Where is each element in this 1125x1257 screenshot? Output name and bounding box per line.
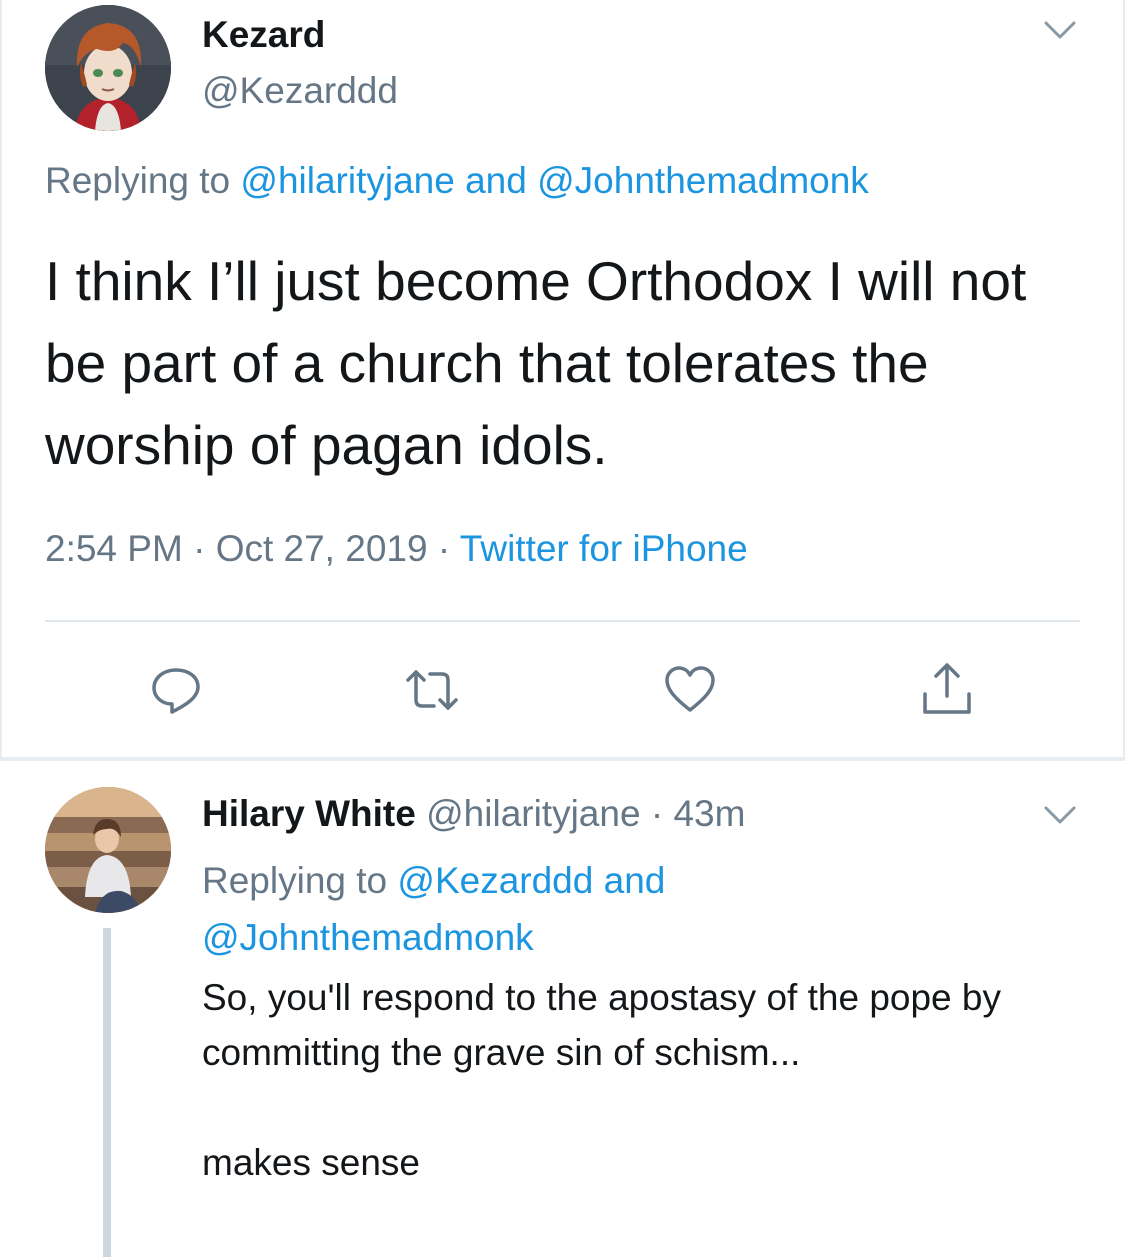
tweet-age: 43m (673, 793, 746, 834)
tweet-meta: 2:54 PM · Oct 27, 2019 · Twitter for iPh… (45, 528, 748, 570)
share-button[interactable] (917, 660, 977, 720)
meta-separator: · (437, 528, 451, 569)
reply-header: Hilary White @hilarityjane · 43m (202, 793, 745, 835)
divider (45, 620, 1080, 622)
mention-link[interactable]: @Johnthemadmonk (202, 917, 534, 958)
meta-separator: · (650, 793, 664, 834)
reply-icon (152, 668, 200, 714)
tweet-date: Oct 27, 2019 (215, 528, 428, 569)
author-handle[interactable]: @hilarityjane (426, 793, 640, 834)
replying-label: Replying to (202, 860, 388, 901)
like-button[interactable] (660, 660, 720, 720)
mention-link[interactable]: @hilarityjane (240, 160, 454, 201)
replying-to-line: Replying to @Kezarddd and @Johnthemadmon… (202, 852, 1022, 966)
replying-label: Replying to (45, 160, 231, 201)
mention-link[interactable]: @Kezarddd (397, 860, 593, 901)
author-name[interactable]: Hilary White (202, 793, 416, 834)
avatar[interactable] (45, 787, 171, 913)
author-name[interactable]: Kezard (202, 14, 325, 56)
retweet-icon (406, 670, 458, 710)
replying-and: and (465, 160, 527, 201)
frame-border-left (0, 0, 2, 757)
meta-separator: · (193, 528, 206, 569)
tweet-text: So, you'll respond to the apostasy of th… (202, 977, 1001, 1183)
avatar-illustration (45, 5, 171, 131)
author-handle[interactable]: @Kezarddd (202, 70, 398, 112)
avatar-photo (45, 787, 171, 913)
heart-icon (665, 666, 715, 712)
chevron-down-icon[interactable] (1040, 795, 1080, 835)
chevron-down-icon[interactable] (1040, 10, 1080, 50)
thread-line (103, 928, 111, 1257)
tweet-time: 2:54 PM (45, 528, 183, 569)
tweet-text: I think I’ll just become Orthodox I will… (45, 250, 1027, 476)
tweet-source-link[interactable]: Twitter for iPhone (460, 528, 748, 569)
main-tweet: Kezard @Kezarddd Replying to @hilarityja… (0, 0, 1125, 757)
section-separator (0, 757, 1125, 761)
mention-link[interactable]: @Johnthemadmonk (537, 160, 869, 201)
replying-and: and (603, 860, 666, 901)
share-icon (923, 663, 971, 714)
retweet-button[interactable] (402, 660, 462, 720)
reply-button[interactable] (146, 660, 206, 720)
avatar[interactable] (45, 5, 171, 131)
replying-to-line: Replying to @hilarityjane and @Johnthema… (45, 160, 869, 202)
